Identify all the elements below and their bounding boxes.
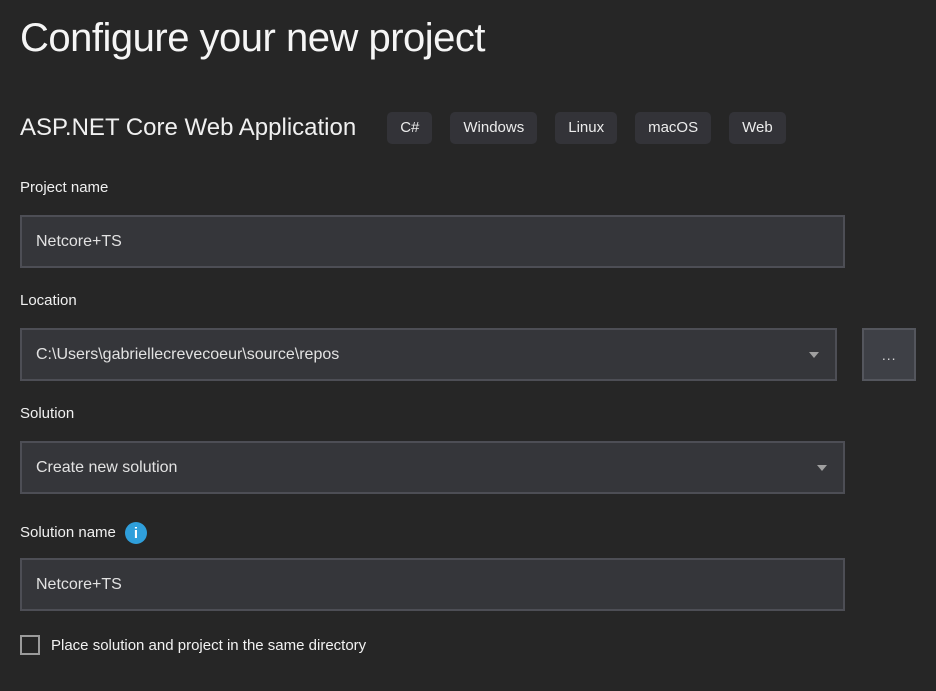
tag-web: Web: [729, 112, 786, 144]
chevron-down-icon: [817, 465, 827, 471]
location-value: C:\Users\gabriellecrevecoeur\source\repo…: [36, 346, 339, 364]
tag-linux: Linux: [555, 112, 617, 144]
solution-value: Create new solution: [36, 459, 177, 477]
tag-csharp: C#: [387, 112, 432, 144]
solution-name-label: Solution name: [20, 525, 116, 541]
template-name: ASP.NET Core Web Application: [20, 114, 356, 142]
template-info-row: ASP.NET Core Web Application C# Windows …: [20, 111, 916, 144]
same-directory-checkbox[interactable]: [20, 635, 40, 655]
solution-name-label-row: Solution name i: [20, 522, 916, 544]
same-directory-option[interactable]: Place solution and project in the same d…: [20, 635, 916, 655]
info-icon[interactable]: i: [125, 522, 147, 544]
configure-project-dialog: Configure your new project ASP.NET Core …: [0, 0, 936, 691]
solution-name-input[interactable]: [20, 558, 845, 611]
location-combobox[interactable]: C:\Users\gabriellecrevecoeur\source\repo…: [20, 328, 837, 381]
solution-label: Solution: [20, 406, 916, 422]
solution-combobox[interactable]: Create new solution: [20, 441, 845, 494]
tag-windows: Windows: [450, 112, 537, 144]
chevron-down-icon: [809, 352, 819, 358]
location-label: Location: [20, 293, 916, 309]
project-name-input[interactable]: [20, 215, 845, 268]
page-title: Configure your new project: [20, 0, 916, 66]
project-name-label: Project name: [20, 180, 916, 196]
location-row: C:\Users\gabriellecrevecoeur\source\repo…: [20, 328, 916, 381]
browse-button[interactable]: ...: [862, 328, 916, 381]
tag-macos: macOS: [635, 112, 711, 144]
same-directory-checkbox-label[interactable]: Place solution and project in the same d…: [51, 637, 366, 654]
